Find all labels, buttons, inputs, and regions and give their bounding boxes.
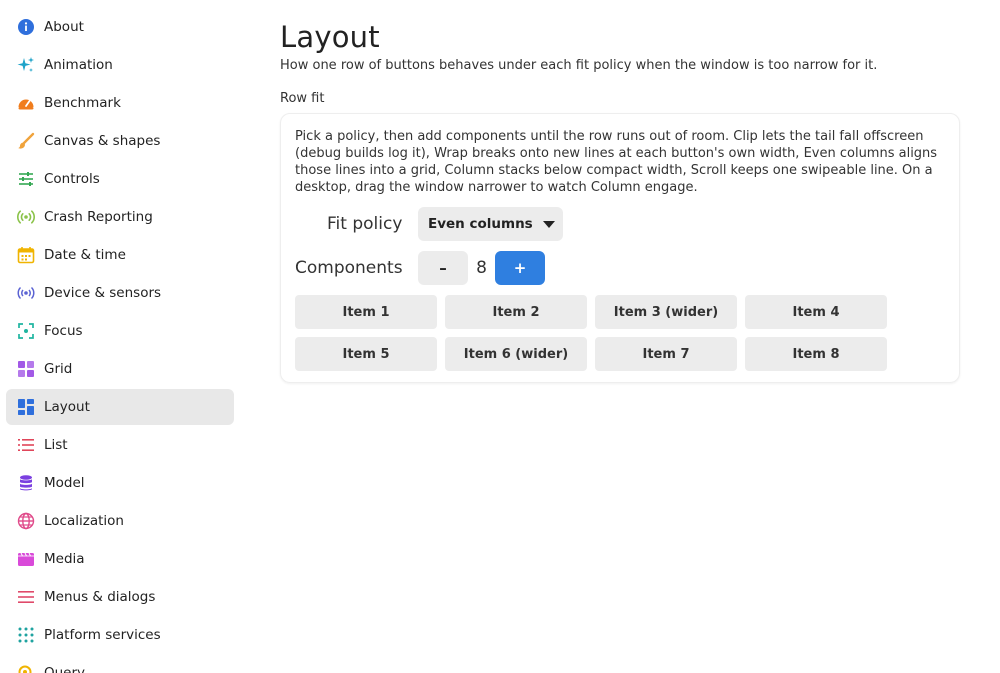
focus-icon (17, 322, 35, 340)
calendar-icon (17, 246, 35, 264)
sparkles-icon (17, 56, 35, 74)
item-button[interactable]: Item 6 (wider) (445, 337, 587, 371)
section-label-row-fit: Row fit (280, 91, 325, 106)
components-label: Components (295, 258, 403, 278)
sidebar-item-label: Media (44, 551, 85, 567)
sidebar-item-label: Menus & dialogs (44, 589, 156, 605)
fit-policy-value: Even columns (428, 216, 533, 232)
sidebar-item-query[interactable]: Query (6, 655, 234, 673)
sidebar-item-layout[interactable]: Layout (6, 389, 234, 425)
page-title: Layout (280, 20, 380, 54)
database-icon (17, 474, 35, 492)
item-button[interactable]: Item 4 (745, 295, 887, 329)
search-icon (17, 664, 35, 673)
sidebar-item-menus-and-dialogs[interactable]: Menus & dialogs (6, 579, 234, 615)
row-fit-card: Pick a policy, then add components until… (280, 113, 960, 383)
sliders-icon (17, 170, 35, 188)
sidebar-item-animation[interactable]: Animation (6, 47, 234, 83)
sidebar-item-label: Layout (44, 399, 90, 415)
sidebar-item-label: Device & sensors (44, 285, 162, 301)
list-icon (17, 436, 35, 454)
fit-policy-label: Fit policy (327, 214, 403, 234)
sidebar-item-model[interactable]: Model (6, 465, 234, 501)
sidebar-item-label: Benchmark (44, 95, 121, 111)
caret-down-icon (542, 220, 555, 228)
item-button[interactable]: Item 1 (295, 295, 437, 329)
items-grid: Item 1 Item 2 Item 3 (wider) Item 4 Item 5 It… (295, 295, 945, 371)
sidebar-item-label: List (44, 437, 68, 453)
decrement-button[interactable]: – (418, 251, 468, 285)
item-button[interactable]: Item 7 (595, 337, 737, 371)
sidebar-item-about[interactable]: About (6, 9, 234, 45)
info-icon (17, 18, 35, 36)
item-button[interactable]: Item 3 (wider) (595, 295, 737, 329)
globe-icon (17, 512, 35, 530)
increment-button[interactable]: + (495, 251, 545, 285)
sidebar-item-label: Platform services (44, 627, 161, 643)
sidebar-item-label: Localization (44, 513, 124, 529)
sidebar-item-label: Grid (44, 361, 73, 377)
sidebar-item-media[interactable]: Media (6, 541, 234, 577)
sidebar-item-device-and-sensors[interactable]: Device & sensors (6, 275, 234, 311)
broadcast-icon (17, 284, 35, 302)
item-button[interactable]: Item 8 (745, 337, 887, 371)
sidebar-item-label: Focus (44, 323, 83, 339)
sidebar-item-localization[interactable]: Localization (6, 503, 234, 539)
components-row: Components – 8 + (295, 251, 945, 285)
sidebar-item-date-and-time[interactable]: Date & time (6, 237, 234, 273)
page-subtitle: How one row of buttons behaves under eac… (280, 58, 878, 73)
sidebar-item-focus[interactable]: Focus (6, 313, 234, 349)
sidebar-item-label: Query (44, 665, 86, 673)
sidebar-item-benchmark[interactable]: Benchmark (6, 85, 234, 121)
sidebar: About Animation Benchmark Canvas & shapes Co… (0, 0, 240, 673)
sidebar-item-label: Crash Reporting (44, 209, 153, 225)
components-count: 8 (476, 258, 487, 278)
card-description: Pick a policy, then add components until… (295, 129, 938, 195)
dots-grid-icon (17, 626, 35, 644)
sidebar-item-controls[interactable]: Controls (6, 161, 234, 197)
brush-icon (17, 132, 35, 150)
sidebar-item-label: Animation (44, 57, 113, 73)
sidebar-item-list[interactable]: List (6, 427, 234, 463)
sidebar-item-label: Model (44, 475, 85, 491)
menu-icon (17, 588, 35, 606)
speedometer-icon (17, 94, 35, 112)
film-icon (17, 550, 35, 568)
sidebar-item-label: Date & time (44, 247, 126, 263)
fit-policy-dropdown[interactable]: Even columns (418, 207, 563, 241)
fit-policy-row: Fit policy Even columns (295, 207, 945, 241)
sidebar-item-platform-services[interactable]: Platform services (6, 617, 234, 653)
sidebar-item-label: Canvas & shapes (44, 133, 161, 149)
signal-icon (17, 208, 35, 226)
sidebar-item-grid[interactable]: Grid (6, 351, 234, 387)
item-button[interactable]: Item 2 (445, 295, 587, 329)
sidebar-item-canvas-and-shapes[interactable]: Canvas & shapes (6, 123, 234, 159)
grid-icon (17, 360, 35, 378)
item-button[interactable]: Item 5 (295, 337, 437, 371)
sidebar-item-label: Controls (44, 171, 100, 187)
layout-icon (17, 398, 35, 416)
main-content: Layout How one row of buttons behaves un… (280, 0, 960, 383)
sidebar-item-label: About (44, 19, 84, 35)
sidebar-item-crash-reporting[interactable]: Crash Reporting (6, 199, 234, 235)
